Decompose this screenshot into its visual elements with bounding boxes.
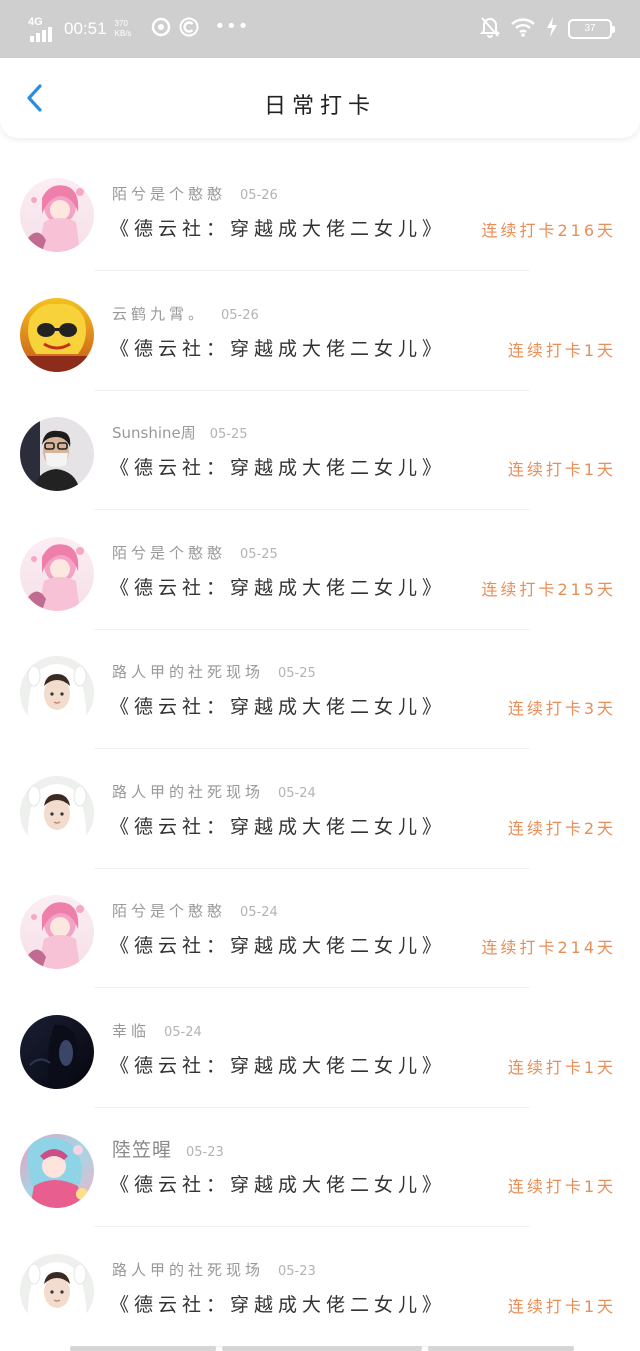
book-title[interactable]: 《德云社：穿越成大佬二女儿》 [110,453,446,480]
streak-text: 连续打卡3天 [507,699,616,718]
avatar[interactable] [20,1134,94,1208]
entry-date: 05-24 [164,1024,202,1040]
streak-text: 连续打卡215天 [481,579,616,599]
mute-icon [479,16,501,42]
avatar[interactable] [20,178,94,252]
avatar[interactable] [20,1014,94,1089]
battery-level: 37 [584,23,596,34]
entry-date: 05-23 [186,1145,224,1160]
checkin-entry[interactable]: 陌兮是个憨憨 05-26 《德云社：穿越成大佬二女儿》 连续打卡216天 [0,150,640,271]
user-name[interactable]: 路人甲的社死现场 [112,783,264,801]
checkin-entry[interactable]: 陸笠暒 05-23 《德云社：穿越成大佬二女儿》 连续打卡1天 [0,1106,640,1227]
entry-user[interactable]: 陌兮是个憨憨 05-26 [112,183,278,204]
checkin-list: 陌兮是个憨憨 05-26 《德云社：穿越成大佬二女儿》 连续打卡216天云鹤九霄。 05… [0,150,640,1347]
status-bar-left: 4G 00:51 370 KB/s ••• [28,14,249,44]
user-name[interactable]: 陌兮是个憨憨 [112,544,226,562]
streak-text: 连续打卡216天 [481,221,616,240]
book-title[interactable]: 《德云社：穿越成大佬二女儿》 [110,692,446,719]
entry-date: 05-26 [221,307,259,323]
bottom-tab-hint [70,1346,574,1351]
app-header: 日常打卡 [0,58,640,138]
entry-user[interactable]: 陌兮是个憨憨 05-25 [112,542,278,563]
book-title[interactable]: 《德云社：穿越成大佬二女儿》 [110,1051,446,1078]
user-name[interactable]: 陌兮是个憨憨 [112,902,226,920]
book-title[interactable]: 《德云社：穿越成大佬二女儿》 [110,573,446,600]
book-title[interactable]: 《德云社：穿越成大佬二女儿》 [110,931,446,958]
user-name[interactable]: Sunshine周 [112,424,196,442]
entry-date: 05-23 [278,1263,316,1279]
status-bar-right: 37 [479,16,615,42]
checkin-entry[interactable]: 路人甲的社死现场 05-25 《德云社：穿越成大佬二女儿》 连续打卡3天 [0,628,640,749]
app-icon-netease [151,17,171,41]
network-speed: 370 KB/s [114,19,132,38]
entry-user[interactable]: Sunshine周 05-25 [112,422,248,443]
avatar[interactable] [20,297,94,372]
entry-date: 05-26 [240,188,278,203]
checkin-entry[interactable]: Sunshine周 05-25 《德云社：穿越成大佬二女儿》 连续打卡1天 [0,389,640,510]
entry-user[interactable]: 路人甲的社死现场 05-23 [112,1259,316,1280]
avatar[interactable] [20,1253,94,1328]
avatar[interactable] [20,775,94,850]
checkin-entry[interactable]: 陌兮是个憨憨 05-25 《德云社：穿越成大佬二女儿》 连续打卡215天 [0,509,640,630]
streak-text: 连续打卡1天 [507,340,616,360]
streak-text: 连续打卡1天 [507,1057,616,1077]
app-icon-c [179,17,199,41]
entry-user[interactable]: 陸笠暒 05-23 [112,1135,224,1162]
entry-date: 05-24 [240,905,278,920]
user-name[interactable]: 云鹤九霄。 [112,305,207,323]
entry-date: 05-25 [278,666,316,681]
user-name[interactable]: 路人甲的社死现场 [112,663,264,681]
checkin-entry[interactable]: 云鹤九霄。 05-26 《德云社：穿越成大佬二女儿》 连续打卡1天 [0,270,640,391]
book-title[interactable]: 《德云社：穿越成大佬二女儿》 [110,1290,446,1317]
avatar[interactable] [20,895,94,969]
user-name[interactable]: 路人甲的社死现场 [112,1261,264,1279]
charging-icon [546,17,558,41]
entry-date: 05-25 [240,546,278,562]
avatar[interactable] [20,656,94,730]
book-title[interactable]: 《德云社：穿越成大佬二女儿》 [110,812,446,839]
entry-user[interactable]: 云鹤九霄。 05-26 [112,303,259,324]
checkin-entry[interactable]: 幸临 05-24 《德云社：穿越成大佬二女儿》 连续打卡1天 [0,987,640,1108]
entry-user[interactable]: 陌兮是个憨憨 05-24 [112,900,278,921]
wifi-icon [510,17,536,41]
book-title[interactable]: 《德云社：穿越成大佬二女儿》 [110,1170,446,1197]
entry-date: 05-24 [278,785,316,801]
avatar[interactable] [20,536,94,611]
streak-text: 连续打卡1天 [507,1177,616,1196]
entry-user[interactable]: 路人甲的社死现场 05-25 [112,661,316,682]
entry-user[interactable]: 路人甲的社死现场 05-24 [112,781,316,802]
checkin-entry[interactable]: 路人甲的社死现场 05-24 《德云社：穿越成大佬二女儿》 连续打卡2天 [0,748,640,869]
avatar[interactable] [20,417,94,491]
streak-text: 连续打卡1天 [507,460,616,479]
status-bar: 4G 00:51 370 KB/s ••• 37 [0,0,640,58]
signal-icon: 4G [28,16,58,42]
user-name[interactable]: 陸笠暒 [112,1139,172,1161]
more-dots-icon: ••• [214,15,250,37]
streak-text: 连续打卡2天 [507,818,616,838]
entry-date: 05-25 [209,427,248,442]
checkin-entry[interactable]: 路人甲的社死现场 05-23 《德云社：穿越成大佬二女儿》 连续打卡1天 [0,1226,640,1347]
streak-text: 连续打卡1天 [507,1296,616,1316]
page-title: 日常打卡 [263,94,376,119]
book-title[interactable]: 《德云社：穿越成大佬二女儿》 [110,214,446,241]
clock: 00:51 [64,19,107,38]
battery-icon: 37 [568,19,615,39]
checkin-entry[interactable]: 陌兮是个憨憨 05-24 《德云社：穿越成大佬二女儿》 连续打卡214天 [0,867,640,988]
streak-text: 连续打卡214天 [481,938,616,957]
entry-user[interactable]: 幸临 05-24 [112,1020,202,1041]
user-name[interactable]: 陌兮是个憨憨 [112,185,226,203]
book-title[interactable]: 《德云社：穿越成大佬二女儿》 [110,334,446,361]
user-name[interactable]: 幸临 [112,1022,150,1040]
